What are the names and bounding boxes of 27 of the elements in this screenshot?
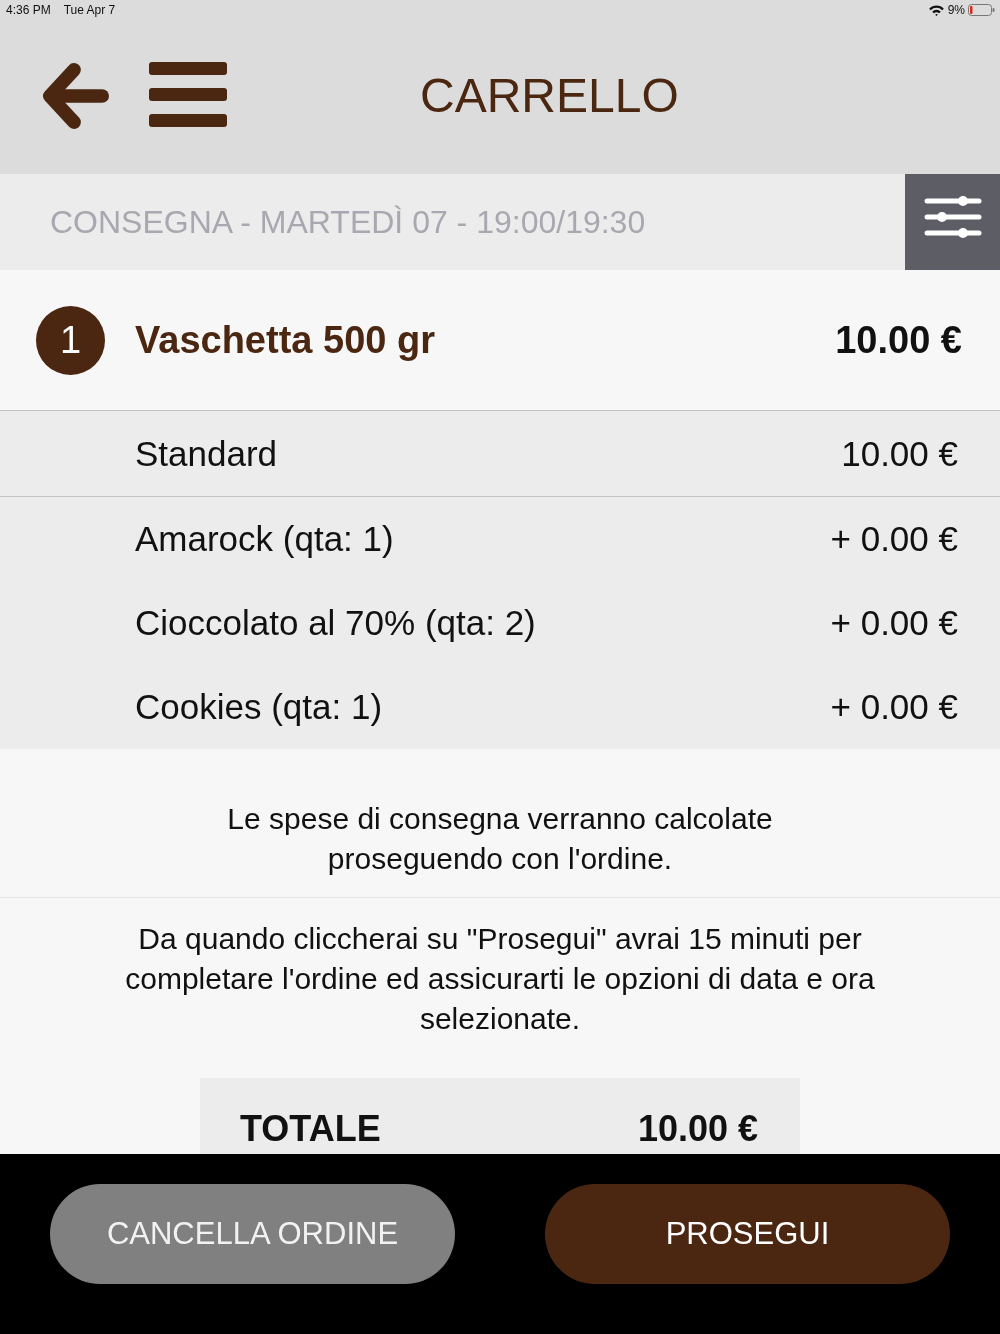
battery-icon	[968, 4, 995, 16]
option-label: Cioccolato al 70% (qta: 2)	[135, 603, 537, 643]
product-price: 10.00 €	[835, 318, 962, 362]
wifi-icon	[928, 4, 944, 16]
status-date: Tue Apr 7	[63, 3, 116, 17]
option-label: Standard	[135, 433, 279, 474]
product-name: Vaschetta 500 gr	[135, 318, 436, 362]
option-price: + 0.00 €	[830, 687, 958, 727]
delivery-info: CONSEGNA - MARTEDÌ 07 - 19:00/19:30	[50, 203, 647, 241]
total-value: 10.00 €	[637, 1108, 758, 1150]
option-price: + 0.00 €	[830, 519, 958, 559]
option-label: Cookies (qta: 1)	[135, 687, 384, 727]
option-price: 10.00 €	[841, 433, 958, 474]
page-title: CARRELLO	[420, 67, 679, 123]
sliders-icon	[923, 196, 982, 238]
battery-percent: 9%	[947, 3, 965, 17]
option-price: + 0.00 €	[830, 603, 958, 643]
menu-icon[interactable]	[149, 61, 227, 127]
total-label: TOTALE	[240, 1108, 382, 1150]
status-time: 4:36 PM	[6, 3, 51, 17]
continue-button[interactable]: PROSEGUI	[545, 1184, 950, 1284]
option-label: Amarock (qta: 1)	[135, 519, 395, 559]
filter-button[interactable]	[905, 174, 1000, 270]
cancel-button[interactable]: CANCELLA ORDINE	[50, 1184, 455, 1284]
quantity-badge: 1	[36, 305, 105, 375]
info-note: Da quando cliccherai su "Prosegui" avrai 15 minuti per completare l'ordine ed assicurarti le opzioni di data e ora selezionate.	[124, 921, 876, 1037]
info-note: Le spese di consegna verranno calcolate proseguendo con l'ordine.	[0, 749, 1000, 898]
